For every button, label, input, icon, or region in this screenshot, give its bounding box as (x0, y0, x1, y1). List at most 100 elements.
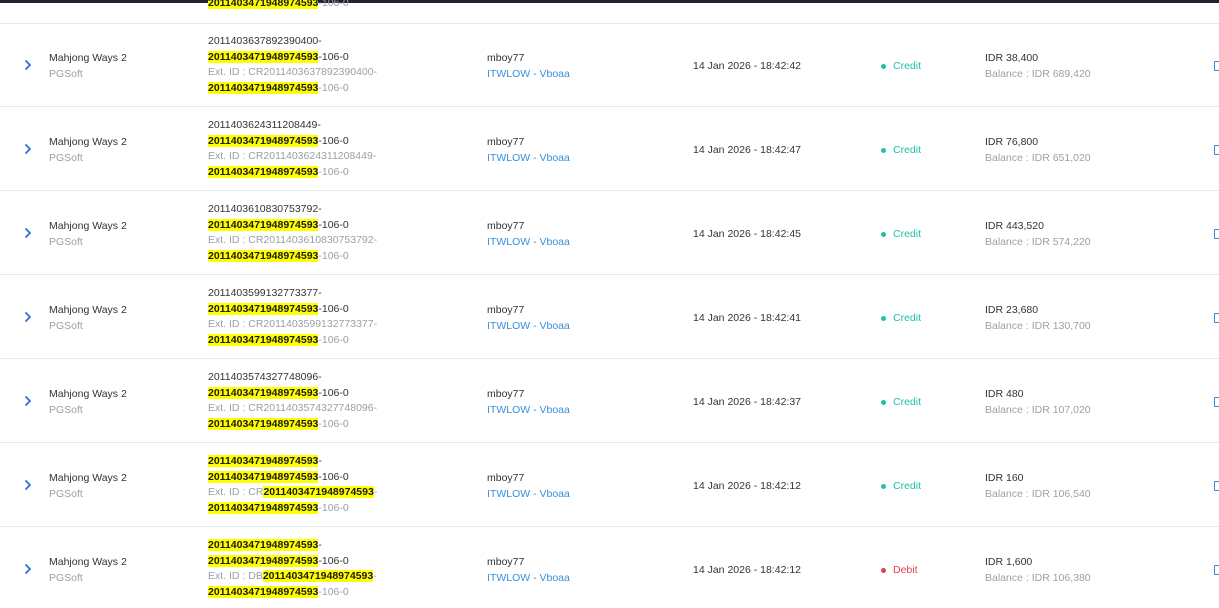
agent-link[interactable]: ITWLOW - Vboaa (487, 570, 570, 586)
status-badge: Credit (881, 480, 921, 492)
view-details-icon[interactable] (1214, 481, 1219, 491)
game-provider: PGSoft (49, 404, 83, 416)
transaction-id-cell: 2011403637892390400- 2011403471948974593… (208, 34, 377, 96)
chevron-right-icon[interactable] (21, 562, 35, 576)
view-details-icon[interactable] (1214, 565, 1219, 575)
table-row[interactable]: Mahjong Ways 2 PGSoft 201140347194897459… (0, 444, 1219, 527)
game-name: Mahjong Ways 2 (49, 472, 127, 484)
status-dot-icon (881, 231, 886, 237)
status-badge: Credit (881, 312, 921, 324)
table-row[interactable]: Mahjong Ways 2 PGSoft 201140357432774809… (0, 360, 1219, 443)
external-id-line-2: 2011403471948974593-106-0 (208, 333, 349, 346)
external-id-line-1: Ext. ID : CR2011403471948974593- (208, 486, 378, 498)
status-dot-icon (881, 147, 886, 153)
status-label: Credit (893, 144, 922, 156)
balance-value: Balance : IDR 106,540 (985, 488, 1091, 500)
game-cell: Mahjong Ways 2 PGSoft (49, 134, 127, 166)
game-provider: PGSoft (49, 68, 83, 80)
chevron-right-icon[interactable] (21, 478, 35, 492)
amount-value: IDR 23,680 (985, 304, 1039, 316)
amount-cell: IDR 38,400 Balance : IDR 689,420 (985, 50, 1091, 82)
search-highlight: 2011403471948974593 (208, 501, 319, 514)
game-cell: Mahjong Ways 2 PGSoft (49, 218, 127, 250)
table-row[interactable]: Mahjong Ways 2 PGSoft 201140361083075379… (0, 192, 1219, 275)
game-provider: PGSoft (49, 236, 83, 248)
transaction-id-tail: 2011403471948974593-106-0 (208, 0, 349, 10)
player-cell: mboy77 ITWLOW - Vboaa (487, 386, 570, 418)
view-details-icon[interactable] (1214, 61, 1219, 71)
status-dot-icon (881, 567, 886, 573)
chevron-right-icon[interactable] (21, 58, 35, 72)
transaction-id-line-2: 2011403471948974593-106-0 (208, 470, 349, 483)
game-provider: PGSoft (49, 152, 83, 164)
status-label: Credit (893, 480, 922, 492)
chevron-right-icon[interactable] (21, 394, 35, 408)
agent-link[interactable]: ITWLOW - Vboaa (487, 234, 570, 250)
transaction-id-line-1: 2011403599132773377- (208, 287, 322, 299)
player-username: mboy77 (487, 388, 525, 400)
search-highlight: 2011403471948974593 (208, 134, 319, 147)
table-row[interactable]: Mahjong Ways 2 PGSoft 201140359913277337… (0, 276, 1219, 359)
player-username: mboy77 (487, 556, 525, 568)
game-cell: Mahjong Ways 2 PGSoft (49, 386, 127, 418)
external-id-line-2: 2011403471948974593-106-0 (208, 81, 349, 94)
agent-link[interactable]: ITWLOW - Vboaa (487, 402, 570, 418)
table-row-partial: 2011403471948974593-106-0 (0, 0, 1219, 24)
transaction-id-line-1: 2011403637892390400- (208, 35, 322, 47)
status-dot-icon (881, 315, 886, 321)
status-label: Credit (893, 312, 922, 324)
balance-value: Balance : IDR 130,700 (985, 320, 1091, 332)
amount-cell: IDR 443,520 Balance : IDR 574,220 (985, 218, 1091, 250)
search-highlight: 2011403471948974593 (262, 570, 374, 582)
game-cell: Mahjong Ways 2 PGSoft (49, 470, 127, 502)
transaction-date: 14 Jan 2026 - 18:42:41 (693, 312, 802, 324)
game-name: Mahjong Ways 2 (49, 136, 127, 148)
status-dot-icon (881, 483, 886, 489)
agent-link[interactable]: ITWLOW - Vboaa (487, 150, 570, 166)
chevron-right-icon[interactable] (21, 226, 35, 240)
search-highlight: 2011403471948974593 (208, 50, 319, 63)
table-row[interactable]: Mahjong Ways 2 PGSoft 201140347194897459… (0, 528, 1219, 608)
status-badge: Debit (881, 564, 918, 576)
game-name: Mahjong Ways 2 (49, 388, 127, 400)
amount-cell: IDR 160 Balance : IDR 106,540 (985, 470, 1091, 502)
player-cell: mboy77 ITWLOW - Vboaa (487, 218, 570, 250)
search-highlight: 2011403471948974593 (208, 81, 319, 94)
transaction-id-line-2: 2011403471948974593-106-0 (208, 554, 349, 567)
balance-value: Balance : IDR 689,420 (985, 68, 1091, 80)
search-highlight: 2011403471948974593 (208, 455, 319, 467)
status-badge: Credit (881, 228, 921, 240)
game-provider: PGSoft (49, 320, 83, 332)
search-highlight: 2011403471948974593 (208, 333, 319, 346)
player-cell: mboy77 ITWLOW - Vboaa (487, 50, 570, 82)
amount-value: IDR 38,400 (985, 52, 1039, 64)
amount-value: IDR 443,520 (985, 220, 1044, 232)
player-username: mboy77 (487, 136, 525, 148)
transactions-table: 2011403471948974593-106-0 Mahjong Ways 2… (0, 0, 1219, 608)
view-details-icon[interactable] (1214, 145, 1219, 155)
amount-value: IDR 76,800 (985, 136, 1039, 148)
external-id-line-2: 2011403471948974593-106-0 (208, 417, 349, 430)
search-highlight: 2011403471948974593 (208, 0, 319, 9)
balance-value: Balance : IDR 106,380 (985, 572, 1091, 584)
balance-value: Balance : IDR 651,020 (985, 152, 1091, 164)
amount-value: IDR 1,600 (985, 556, 1033, 568)
view-details-icon[interactable] (1214, 397, 1219, 407)
view-details-icon[interactable] (1214, 229, 1219, 239)
game-name: Mahjong Ways 2 (49, 220, 127, 232)
chevron-right-icon[interactable] (21, 310, 35, 324)
view-details-icon[interactable] (1214, 313, 1219, 323)
agent-link[interactable]: ITWLOW - Vboaa (487, 318, 570, 334)
transaction-id-cell: 2011403624311208449- 2011403471948974593… (208, 118, 376, 180)
game-name: Mahjong Ways 2 (49, 304, 127, 316)
table-row[interactable]: Mahjong Ways 2 PGSoft 201140363789239040… (0, 24, 1219, 107)
chevron-right-icon[interactable] (21, 142, 35, 156)
amount-value: IDR 480 (985, 388, 1024, 400)
search-highlight: 2011403471948974593 (208, 165, 319, 178)
agent-link[interactable]: ITWLOW - Vboaa (487, 486, 570, 502)
table-row[interactable]: Mahjong Ways 2 PGSoft 201140362431120844… (0, 108, 1219, 191)
game-provider: PGSoft (49, 488, 83, 500)
transaction-id-cell: 2011403471948974593- 2011403471948974593… (208, 454, 377, 516)
agent-link[interactable]: ITWLOW - Vboaa (487, 66, 570, 82)
status-dot-icon (881, 63, 886, 69)
